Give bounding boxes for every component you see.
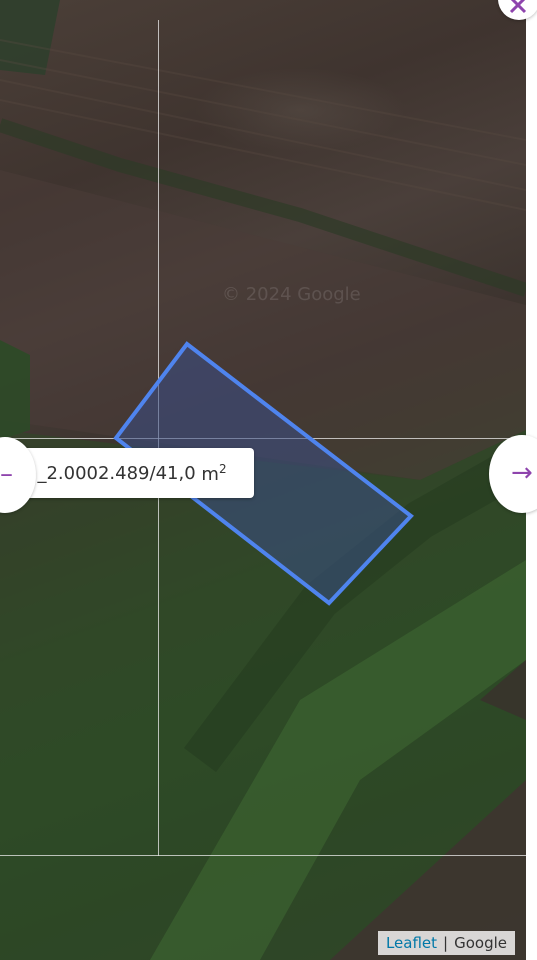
parcel-area-value: 0 xyxy=(184,462,196,484)
arrow-right-icon: → xyxy=(511,458,533,488)
map-attribution: Leaflet | Google xyxy=(377,931,515,955)
map-view[interactable]: © 2024 Google 5_2.0002.489/41, 0 m2 Leaf… xyxy=(0,0,526,960)
close-icon xyxy=(509,0,527,14)
attribution-separator: | xyxy=(443,934,449,952)
area-exponent: 2 xyxy=(218,461,227,476)
parcel-area-unit: m2 xyxy=(201,461,227,485)
arrow-left-icon: – xyxy=(0,459,13,489)
close-button[interactable] xyxy=(498,0,537,20)
parcel-tooltip: 5_2.0002.489/41, 0 m2 xyxy=(22,448,254,498)
parcel-label: 5_2.0002.489/41 xyxy=(26,462,179,484)
google-attribution: Google xyxy=(454,934,507,952)
leaflet-link[interactable]: Leaflet xyxy=(386,934,437,952)
